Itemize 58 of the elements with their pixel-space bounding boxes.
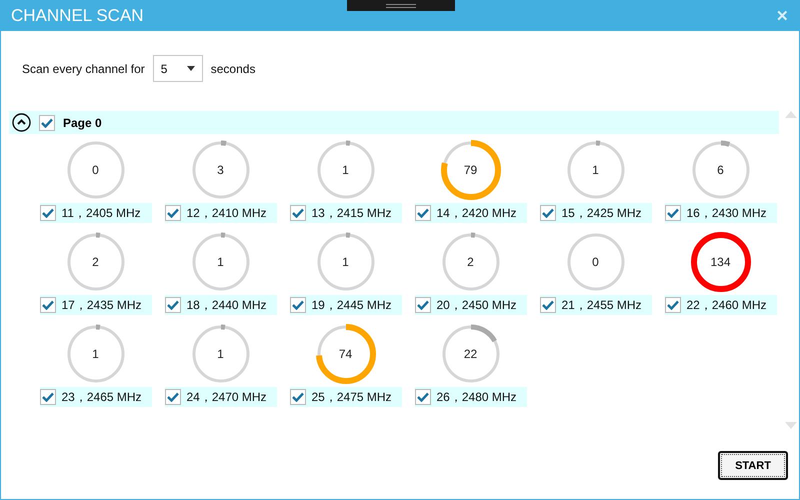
gauge-value: 1 <box>342 255 349 269</box>
channel-label: 16，2430 MHz <box>686 204 767 222</box>
caret-icon <box>186 66 195 71</box>
checkbox[interactable] <box>290 389 306 405</box>
channel-label: 21，2455 MHz <box>562 296 642 314</box>
checkbox[interactable] <box>414 389 430 405</box>
gauge-value: 6 <box>717 163 724 177</box>
collapse-icon[interactable] <box>12 113 31 132</box>
unit-label: seconds <box>210 62 256 76</box>
checkbox[interactable] <box>540 297 556 313</box>
checkbox[interactable] <box>164 297 180 313</box>
gauge-value: 0 <box>92 163 99 177</box>
gauge-value: 3 <box>217 163 224 177</box>
checkbox[interactable] <box>164 389 180 405</box>
channel-label: 15，2425 MHz <box>562 204 642 222</box>
channel-label: 17，2435 MHz <box>62 296 142 314</box>
channel-label: 12，2410 MHz <box>186 204 267 222</box>
channel-label: 14，2420 MHz <box>436 204 517 222</box>
checkbox[interactable] <box>664 205 680 221</box>
gauge-track <box>67 142 124 198</box>
channel-label: 11，2405 MHz <box>62 204 141 222</box>
duration-dropdown[interactable]: 5 <box>152 55 203 82</box>
gauge-value: 1 <box>592 163 599 177</box>
checkbox[interactable] <box>164 205 180 221</box>
gauge-value: 1 <box>92 347 99 361</box>
checkbox[interactable] <box>414 297 430 313</box>
checkbox[interactable] <box>290 205 306 221</box>
gauge-value: 1 <box>217 255 224 269</box>
page-label: Page 0 <box>63 116 102 130</box>
channel-label: 13，2415 MHz <box>312 204 392 222</box>
channel-label: 23，2465 MHz <box>62 388 142 406</box>
checkbox[interactable] <box>40 205 56 221</box>
gauge-value: 0 <box>592 255 599 269</box>
checkbox[interactable] <box>290 297 306 313</box>
channel-label: 20，2450 MHz <box>436 296 517 314</box>
drag-handle[interactable] <box>347 0 455 11</box>
checkbox[interactable] <box>540 205 556 221</box>
gauge-value: 134 <box>710 255 731 269</box>
channel-label: 24，2470 MHz <box>186 388 267 406</box>
channel-label: 18，2440 MHz <box>186 296 267 314</box>
gauge-track <box>567 234 624 290</box>
checkbox[interactable] <box>39 114 55 130</box>
gauge-value: 2 <box>92 255 99 269</box>
checkbox[interactable] <box>40 297 56 313</box>
checkbox[interactable] <box>664 297 680 313</box>
channel-label: 19，2445 MHz <box>312 296 392 314</box>
scan-label: Scan every channel for <box>22 62 145 76</box>
gauge-value: 22 <box>464 347 478 361</box>
channel-label: 22，2460 MHz <box>686 296 767 314</box>
checkbox[interactable] <box>40 389 56 405</box>
channel-label: 25，2475 MHz <box>312 388 392 406</box>
gauge-value: 1 <box>217 347 224 361</box>
start-button[interactable]: START <box>718 451 788 480</box>
gauge-value: 1 <box>342 163 349 177</box>
checkbox[interactable] <box>414 205 430 221</box>
gauge-value: 2 <box>467 255 474 269</box>
window-title: CHANNEL SCAN <box>11 6 144 26</box>
channel-label: 26，2480 MHz <box>436 388 517 406</box>
